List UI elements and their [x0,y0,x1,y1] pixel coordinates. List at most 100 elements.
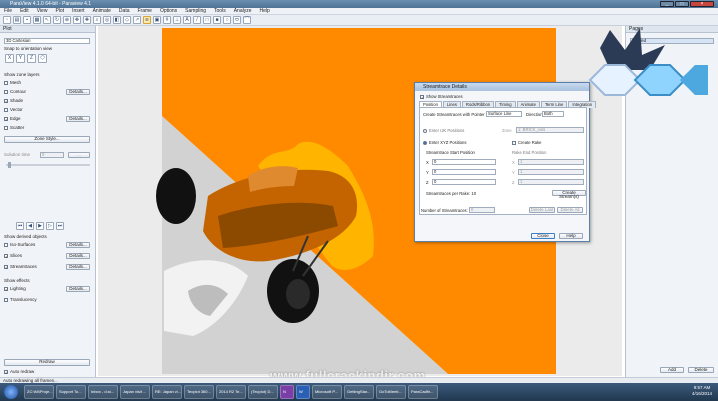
geometry-icon[interactable]: ⌒ [243,16,251,24]
delete-all-button[interactable]: Delete All [557,207,583,213]
close-dialog-button[interactable]: Close [531,233,555,239]
solution-time-details[interactable]: ... [68,152,90,158]
open-icon[interactable]: ▤ [13,16,21,24]
checkbox[interactable]: ✓ [420,94,424,99]
enter-xyz[interactable]: Enter XYZ Positions [423,140,466,145]
menu-file[interactable]: File [4,8,12,14]
new-icon[interactable]: ▫ [3,16,11,24]
start-z-field[interactable]: 0 [432,179,496,185]
layer-contour[interactable]: Contour [4,89,26,95]
direction-select[interactable]: Both [542,111,564,117]
time-slider[interactable] [6,164,90,166]
streamtrace-icon[interactable]: ≋ [143,16,151,24]
taskbar-item[interactable]: ZC:\Ml\Proje... [24,385,54,399]
plot-type-dropdown[interactable]: 3D Cartesian [4,38,90,44]
end-z-field[interactable]: 1 [518,179,584,185]
menu-animate[interactable]: Animate [93,8,111,14]
start-button[interactable] [4,385,18,399]
layer-shade[interactable]: ✓ Shade [4,98,23,104]
orient-y-icon[interactable]: Y [16,54,25,63]
menu-sampling[interactable]: Sampling [185,8,206,14]
circle-icon[interactable]: ○ [223,16,231,24]
derived-slices[interactable]: ✓ Slices [4,253,22,259]
layer-vector[interactable]: Vector [4,107,23,113]
checkbox[interactable] [4,242,8,247]
streamtraces-details-button[interactable]: Details... [66,264,90,270]
menu-options[interactable]: Options [160,8,177,14]
checkbox[interactable] [512,140,516,145]
probe-icon[interactable]: ✚ [83,16,91,24]
step-back-icon[interactable]: ◀ [26,222,34,230]
iso-details-button[interactable]: Details... [66,242,90,248]
clock[interactable]: 9:57 AM 4/16/2014 [692,385,712,397]
effect-translucency[interactable]: Translucency [4,297,37,303]
end-y-field[interactable]: 1 [518,169,584,175]
zoom-icon[interactable]: ⊕ [63,16,71,24]
taskbar-item[interactable]: ParaCadfir... [408,385,438,399]
menu-frame[interactable]: Frame [137,8,151,14]
radio[interactable] [423,128,427,133]
effect-lighting[interactable]: ✓ Lighting [4,286,26,292]
add-page-button[interactable]: Add [660,367,684,373]
menu-edit[interactable]: Edit [20,8,29,14]
taskbar-item[interactable]: Tecplot 360... [184,385,214,399]
orient-x-icon[interactable]: X [5,54,14,63]
iso-icon[interactable]: ◇ [123,16,131,24]
taskbar-item[interactable]: GoToMeeti... [376,385,406,399]
auto-redraw[interactable]: ✓ Auto redraw [4,369,34,375]
checkbox[interactable]: ✓ [4,253,8,258]
show-streamtraces[interactable]: ✓ Show Streamtraces [420,94,463,99]
taskbar-item[interactable]: (Tecplot) D... [248,385,278,399]
delete-page-button[interactable]: Delete [688,367,714,373]
zone-icon[interactable]: ▣ [153,16,161,24]
checkbox[interactable] [4,107,8,112]
checkbox[interactable]: ✓ [4,98,8,103]
arrow-icon[interactable]: ↖ [43,16,51,24]
menu-insert[interactable]: Insert [72,8,85,14]
checkbox[interactable]: ✓ [4,116,8,121]
menu-help[interactable]: Help [260,8,270,14]
create-streams-button[interactable]: Create Stream(s) [552,190,586,199]
create-pointer-select[interactable]: Surface Line [486,111,522,117]
taskbar-item[interactable]: RE: Japan vi... [152,385,182,399]
skip-forward-icon[interactable]: ⏭ [56,222,64,230]
zoom-fit-icon[interactable]: ⌕ [93,16,101,24]
translate-icon[interactable]: ✥ [73,16,81,24]
menu-data[interactable]: Data [119,8,130,14]
skip-back-icon[interactable]: ⏮ [16,222,24,230]
time-slider-handle[interactable] [8,162,11,168]
delete-last-button[interactable]: Delete Last [529,207,555,213]
taskbar-item[interactable]: Support To... [56,385,86,399]
play-icon[interactable]: ▶ [36,222,44,230]
square-icon[interactable]: ■ [213,16,221,24]
radio[interactable] [423,140,427,145]
slices-details-button[interactable]: Details... [66,253,90,259]
maximize-button[interactable]: □ [675,1,689,7]
menu-view[interactable]: View [37,8,48,14]
word-icon[interactable]: W [296,385,310,399]
contour-details-button[interactable]: Details... [66,89,90,95]
lighting-details-button[interactable]: Details... [66,286,90,292]
close-button[interactable]: × [690,1,714,7]
help-button[interactable]: Help [559,233,583,239]
orient-z-icon[interactable]: Z [27,54,36,63]
start-y-field[interactable]: 0 [432,169,496,175]
menu-analyze[interactable]: Analyze [234,8,252,14]
rectangle-icon[interactable]: □ [203,16,211,24]
checkbox[interactable] [4,89,8,94]
rotate-icon[interactable]: ↻ [53,16,61,24]
onenote-icon[interactable]: N [280,385,294,399]
checkbox[interactable]: ✓ [4,286,8,291]
save-icon[interactable]: ▪ [23,16,31,24]
slice-icon[interactable]: ◧ [113,16,121,24]
checkbox[interactable] [4,125,8,130]
taskbar-item[interactable]: Inbox - d.st... [88,385,118,399]
zone-style-button[interactable]: Zone Style... [4,136,90,143]
taskbar-item[interactable]: GettingStar... [344,385,374,399]
menu-plot[interactable]: Plot [55,8,64,14]
axis-icon[interactable]: ⊥ [173,16,181,24]
orient-iso-icon[interactable]: ⬡ [38,54,47,63]
layer-mesh[interactable]: Mesh [4,80,21,86]
taskbar-item[interactable]: Microsoft P... [312,385,342,399]
checkbox[interactable]: ✓ [4,369,8,374]
